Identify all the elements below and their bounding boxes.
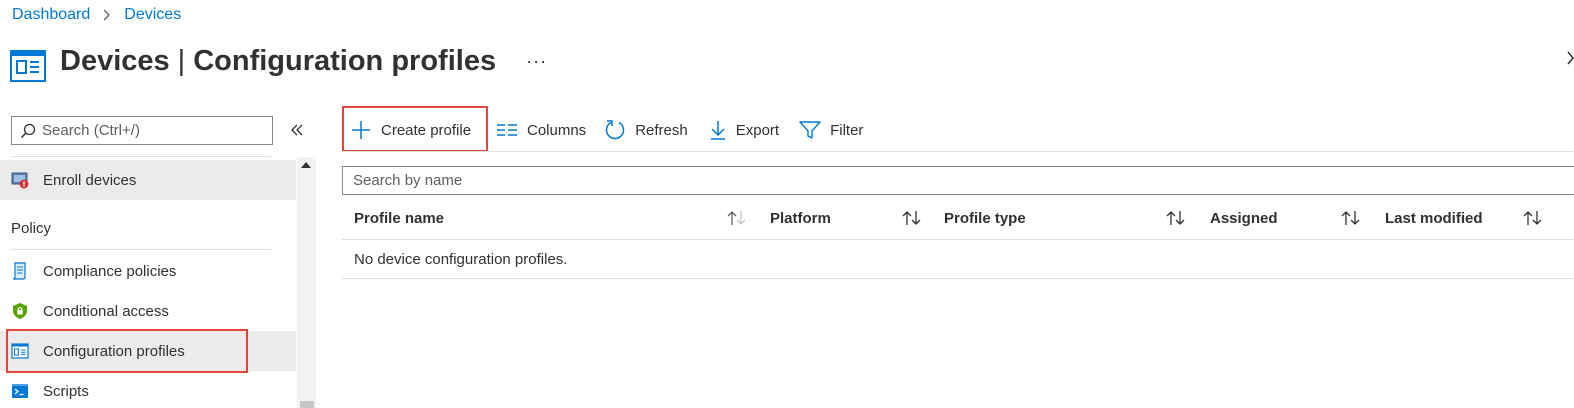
column-assigned[interactable]: Assigned: [1210, 198, 1278, 239]
refresh-icon: [605, 120, 625, 140]
refresh-label: Refresh: [635, 121, 688, 139]
page-title: Devices | Configuration profiles: [60, 45, 496, 78]
compliance-policies-icon: [12, 262, 26, 280]
column-profile-type[interactable]: Profile type: [944, 198, 1026, 239]
breadcrumb-dashboard-link[interactable]: Dashboard: [12, 6, 90, 24]
sort-icon[interactable]: [1164, 209, 1188, 227]
table-header: Profile name Platform Profile type Assig…: [342, 198, 1574, 240]
search-by-name-input[interactable]: [353, 172, 953, 189]
sidebar-item-label: Scripts: [43, 382, 89, 400]
sort-icon[interactable]: [725, 209, 749, 227]
sidebar-item-label: Compliance policies: [43, 262, 177, 280]
more-options-button[interactable]: ···: [526, 51, 547, 72]
sort-icon[interactable]: [900, 209, 924, 227]
table-empty-row: No device configuration profiles.: [342, 240, 1574, 279]
sidebar-item-conditional-access[interactable]: Conditional access: [0, 291, 296, 331]
export-label: Export: [735, 121, 780, 139]
sidebar-item-label: Conditional access: [43, 302, 169, 320]
breadcrumb-devices-link[interactable]: Devices: [124, 6, 181, 24]
sidebar-section-policy: Policy: [11, 220, 52, 237]
command-bar: Create profile Columns Refresh Export Fi…: [342, 108, 863, 152]
enroll-devices-icon: [11, 172, 29, 189]
page-title-bold: Devices: [60, 44, 170, 77]
columns-icon: [497, 124, 517, 136]
sidebar-search[interactable]: [11, 116, 273, 145]
search-icon: [20, 123, 36, 138]
column-profile-name[interactable]: Profile name: [354, 198, 444, 239]
breadcrumb: Dashboard Devices: [12, 6, 181, 24]
download-icon: [710, 121, 725, 140]
sidebar-nav: Enroll devices Compliance policies Condi…: [0, 160, 296, 408]
sidebar-item-label: Enroll devices: [43, 171, 137, 189]
search-by-name[interactable]: [342, 166, 1574, 195]
scripts-icon: [12, 384, 28, 398]
sidebar-item-configuration-profiles[interactable]: Configuration profiles: [0, 331, 296, 371]
column-last-modified[interactable]: Last modified: [1385, 198, 1483, 239]
chevron-right-icon: [103, 9, 111, 21]
sort-icon[interactable]: [1521, 209, 1545, 227]
sidebar-section-divider: [11, 249, 271, 250]
command-bar-divider: [342, 151, 1574, 152]
filter-button[interactable]: Filter: [799, 108, 863, 152]
sidebar-item-enroll-devices[interactable]: Enroll devices: [0, 160, 296, 200]
sidebar-divider: [11, 156, 271, 157]
sidebar-item-label: Configuration profiles: [43, 342, 185, 360]
create-profile-label: Create profile: [381, 121, 472, 139]
page-header: Devices | Configuration profiles ···: [10, 38, 547, 84]
configuration-profiles-icon: [11, 343, 29, 359]
sidebar-item-scripts[interactable]: Scripts: [0, 371, 296, 408]
sidebar-item-compliance-policies[interactable]: Compliance policies: [0, 251, 296, 291]
plus-icon: [352, 121, 370, 139]
columns-label: Columns: [527, 121, 587, 139]
page-title-separator: |: [177, 44, 186, 77]
close-chevron-icon[interactable]: [1566, 48, 1574, 68]
configuration-profiles-icon: [10, 50, 46, 82]
conditional-access-shield-icon: [13, 303, 27, 319]
page-title-subtitle: Configuration profiles: [193, 44, 497, 77]
filter-label: Filter: [830, 121, 864, 139]
columns-button[interactable]: Columns: [496, 108, 586, 152]
column-platform[interactable]: Platform: [770, 198, 831, 239]
sort-icon[interactable]: [1339, 209, 1363, 227]
sidebar-scrollbar[interactable]: [297, 157, 316, 408]
refresh-button[interactable]: Refresh: [604, 108, 688, 152]
scrollbar-thumb[interactable]: [300, 401, 314, 408]
filter-icon: [799, 121, 821, 139]
create-profile-button[interactable]: Create profile: [342, 108, 488, 152]
sidebar-search-input[interactable]: [42, 122, 262, 139]
double-chevron-left-icon[interactable]: [288, 121, 306, 139]
scroll-up-arrow-icon[interactable]: [300, 160, 312, 170]
export-button[interactable]: Export: [709, 108, 779, 152]
